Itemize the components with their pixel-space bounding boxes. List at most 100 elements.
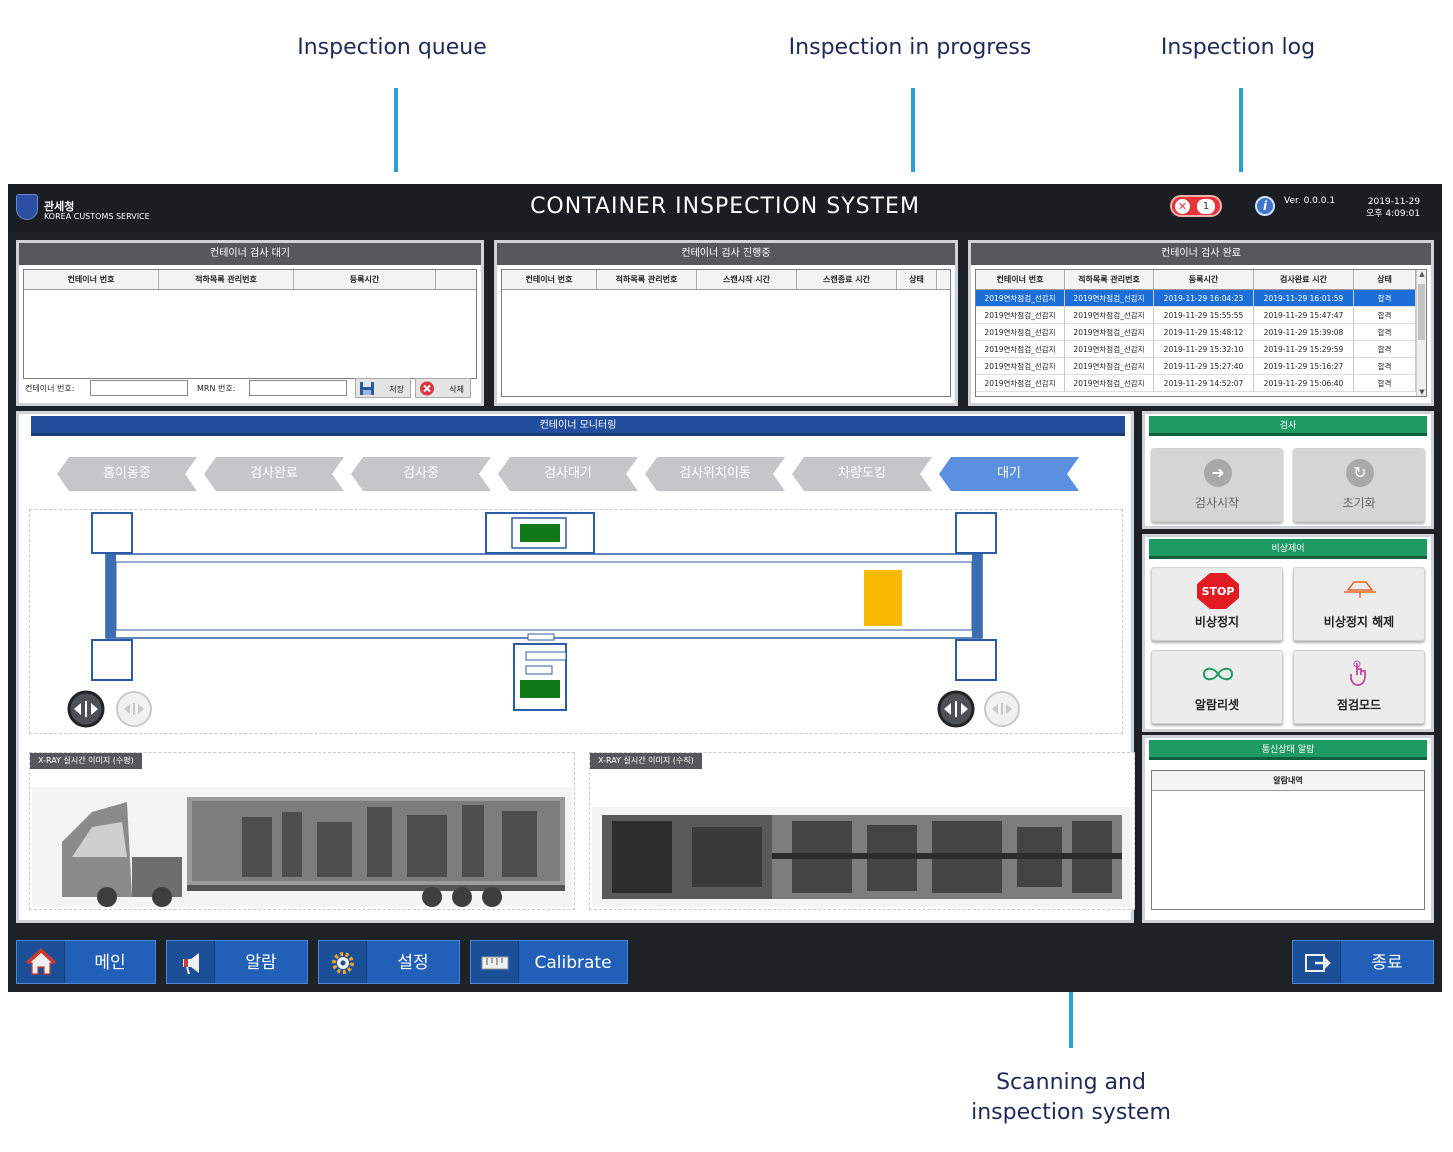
annotation-scanning: Scanning and inspection system: [971, 1070, 1171, 1125]
save-label: 저장: [389, 385, 404, 394]
table-cell: 2019-11-29 15:39:08: [1254, 324, 1354, 341]
main-button[interactable]: 메인: [16, 940, 156, 984]
table-cell: 2019-11-29 15:47:47: [1254, 307, 1354, 324]
bottom-sensor: [520, 680, 560, 698]
progress-table[interactable]: 컨테이너 번호 적하목록 관리번호 스캔시작 시간 스캔종료 시간 상태: [501, 269, 951, 397]
title-bar: 관세청 KOREA CUSTOMS SERVICE CONTAINER INSP…: [8, 184, 1442, 232]
save-button[interactable]: 저장: [355, 378, 411, 398]
left-gate-bottom: [91, 639, 133, 681]
column-header[interactable]: 컨테이너 번호: [502, 270, 597, 289]
app-title: CONTAINER INSPECTION SYSTEM: [530, 194, 920, 219]
time-label: 오후 4:09:01: [1366, 209, 1421, 219]
column-header[interactable]: 적하목록 관리번호: [597, 270, 697, 289]
table-row[interactable]: 2019연차점검_선감지 2019연차점검_선감지 2019-11-29 15:27…: [976, 358, 1426, 375]
table-row[interactable]: 2019연차점검_선감지 2019연차점검_선감지 2019-11-29 14:52…: [976, 375, 1426, 392]
check-mode-label: 점검모드: [1336, 698, 1382, 712]
column-header[interactable]: 컨테이너 번호: [24, 270, 159, 289]
inspect-panel: 검사 ➜ 검사시작 ↻ 초기화: [1142, 411, 1434, 529]
emergency-release-button[interactable]: 비상정지 해제: [1293, 567, 1425, 641]
table-cell: 2019연차점검_선감지: [976, 358, 1065, 375]
column-header[interactable]: 적하목록 관리번호: [159, 270, 294, 289]
table-cell: 2019-11-29 16:01:59: [1254, 290, 1354, 307]
comm-alarm-table[interactable]: 알람내역: [1151, 770, 1425, 910]
queue-table[interactable]: 컨테이너 번호 적하목록 관리번호 등록시간: [23, 269, 477, 379]
table-cell: 2019연차점검_선감지: [976, 375, 1065, 392]
calibrate-button[interactable]: Calibrate: [470, 940, 628, 984]
comm-alarm-title: 통신상태 알람: [1149, 740, 1427, 760]
xray-horizontal-image: [32, 787, 572, 907]
progress-table-header: 컨테이너 번호 적하목록 관리번호 스캔시작 시간 스캔종료 시간 상태: [502, 270, 950, 290]
column-header[interactable]: 적하목록 관리번호: [1065, 270, 1154, 289]
alarm-button[interactable]: 알람: [166, 940, 308, 984]
emergency-stop-button[interactable]: STOP 비상정지: [1151, 567, 1283, 641]
info-icon[interactable]: i: [1255, 196, 1275, 216]
progress-panel: 컨테이너 검사 진행중 컨테이너 번호 적하목록 관리번호 스캔시작 시간 스캔…: [494, 240, 958, 406]
settings-label: 설정: [397, 953, 429, 973]
table-cell: 합격: [1354, 290, 1416, 307]
scroll-down-icon[interactable]: ▼: [1417, 388, 1426, 396]
scroll-thumb[interactable]: [1418, 284, 1425, 340]
column-header[interactable]: 등록시간: [294, 270, 436, 289]
emergency-release-label: 비상정지 해제: [1323, 615, 1395, 629]
alarm-reset-label: 알람리셋: [1194, 698, 1240, 712]
table-cell: 2019-11-29 15:48:12: [1154, 324, 1254, 341]
log-table[interactable]: 컨테이너 번호 적하목록 관리번호 등록시간 검사완료 시간 상태 2019연차…: [975, 269, 1427, 397]
table-row[interactable]: 2019연차점검_선감지 2019연차점검_선감지 2019-11-29 15:55…: [976, 307, 1426, 324]
alarm-reset-button[interactable]: 알람리셋: [1151, 650, 1283, 724]
column-header[interactable]: 알람내역: [1152, 771, 1424, 790]
alarm-indicator[interactable]: ✕ 1: [1170, 195, 1222, 217]
right-gate-bottom: [955, 639, 997, 681]
monitoring-title: 컨테이너 모니터링: [31, 416, 1125, 436]
comm-alarm-panel: 통신상태 알람 알람내역: [1142, 735, 1434, 923]
log-scrollbar[interactable]: ▲ ▼: [1416, 270, 1426, 396]
main-label: 메인: [94, 953, 126, 973]
scroll-up-icon[interactable]: ▲: [1417, 270, 1426, 278]
delete-button[interactable]: 삭제: [415, 378, 471, 398]
queue-input-row: 컨테이너 번호: MRN 번호: 저장 삭제: [23, 377, 477, 399]
column-header[interactable]: 검사완료 시간: [1254, 270, 1354, 289]
exit-button[interactable]: 종료: [1292, 940, 1434, 984]
status-step: 검사중: [351, 457, 491, 491]
column-header[interactable]: 스캔종료 시간: [797, 270, 897, 289]
left-gate-top: [91, 512, 133, 554]
scanner-diagram: [29, 509, 1123, 734]
container-number-input[interactable]: [90, 380, 188, 396]
reset-button[interactable]: ↻ 초기화: [1293, 448, 1425, 522]
mrn-number-input[interactable]: [249, 380, 347, 396]
left-step-button[interactable]: [116, 691, 152, 727]
annotation-log: Inspection log: [1160, 35, 1316, 60]
status-steps: 홈이동중 검사완료 검사중 검사대기 검사위치이동 차량도킹 대기: [57, 457, 1087, 491]
column-header[interactable]: 등록시간: [1154, 270, 1254, 289]
column-header[interactable]: 상태: [1354, 270, 1416, 289]
column-header[interactable]: 스캔시작 시간: [697, 270, 797, 289]
column-header[interactable]: 컨테이너 번호: [976, 270, 1065, 289]
start-inspection-button[interactable]: ➜ 검사시작: [1151, 448, 1283, 522]
reset-label: 초기화: [1342, 496, 1376, 510]
close-icon: ✕: [1175, 199, 1190, 214]
table-row[interactable]: 2019연차점검_선감지 2019연차점검_선감지 2019-11-29 16:04…: [976, 290, 1426, 307]
gear-icon: [319, 941, 367, 983]
log-table-header: 컨테이너 번호 적하목록 관리번호 등록시간 검사완료 시간 상태: [976, 270, 1426, 290]
table-row[interactable]: 2019연차점검_선감지 2019연차점검_선감지 2019-11-29 15:48…: [976, 324, 1426, 341]
right-step-button[interactable]: [984, 691, 1020, 727]
settings-button[interactable]: 설정: [318, 940, 460, 984]
column-header[interactable]: 상태: [897, 270, 937, 289]
alarm-count: 1: [1197, 199, 1215, 214]
detector-slot: [525, 651, 567, 661]
delete-icon: [420, 381, 434, 396]
table-cell: 2019연차점검_선감지: [1065, 307, 1154, 324]
table-cell: 2019연차점검_선감지: [976, 341, 1065, 358]
left-move-button[interactable]: [67, 690, 105, 728]
version-label: Ver. 0.0.0.1: [1284, 196, 1336, 206]
annotation-progress: Inspection in progress: [788, 35, 1032, 60]
left-stopper: [106, 554, 116, 638]
table-row[interactable]: 2019연차점검_선감지 2019연차점검_선감지 2019-11-29 15:32…: [976, 341, 1426, 358]
table-cell: 2019-11-29 14:52:07: [1154, 375, 1254, 392]
table-cell: 2019연차점검_선감지: [976, 324, 1065, 341]
right-move-button[interactable]: [937, 690, 975, 728]
right-stopper: [972, 554, 982, 638]
megaphone-icon: [167, 941, 215, 983]
start-inspection-label: 검사시작: [1194, 496, 1240, 510]
check-mode-button[interactable]: 점검모드: [1293, 650, 1425, 724]
table-cell: 2019-11-29 15:55:55: [1154, 307, 1254, 324]
